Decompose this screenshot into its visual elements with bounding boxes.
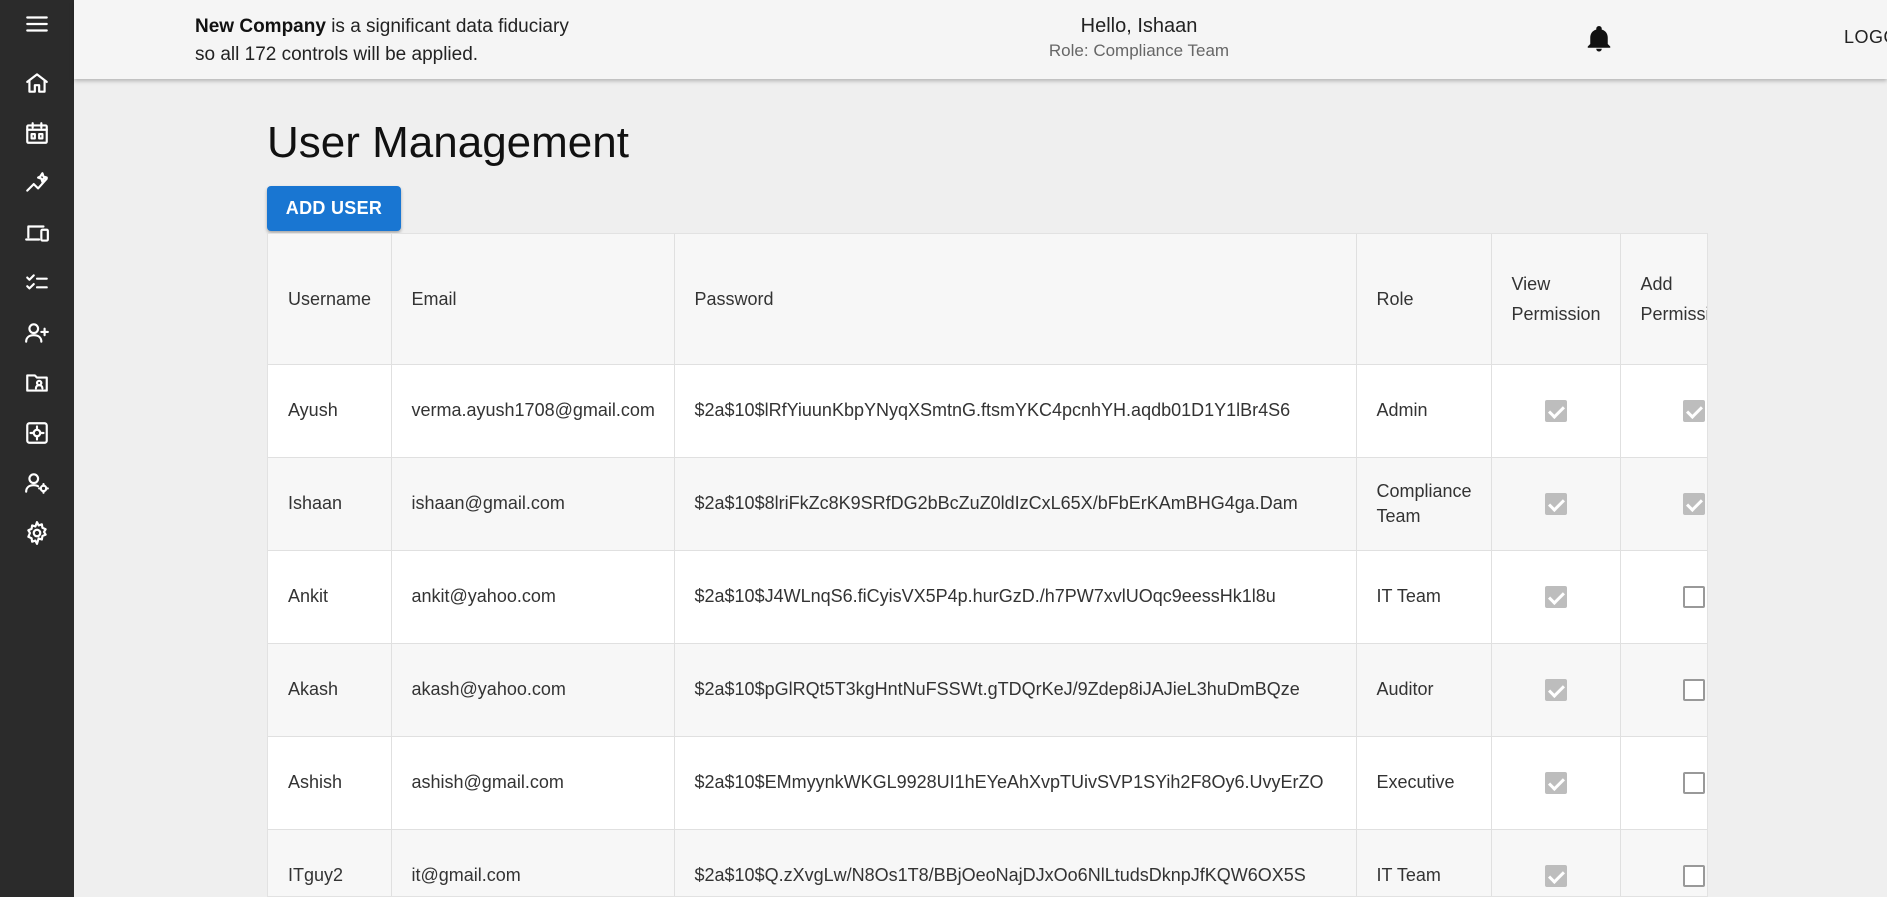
view-permission-cell [1491,829,1621,896]
table-row: Ishaan ishaan@gmail.com $2a$10$8lriFkZc8… [268,457,1707,551]
greeting-text: Hello, Ishaan [1080,15,1198,37]
fiduciary-notice: New Company is a significant data fiduci… [195,13,655,69]
header-role[interactable]: Role [1356,234,1492,365]
add-permission-cell [1620,457,1707,551]
contact-folder-icon[interactable] [0,361,74,405]
password-cell: $2a$10$Q.zXvgLw/N8Os1T8/BBjOeoNajDJxOo6N… [674,829,1357,896]
home-icon[interactable] [0,61,74,105]
view-permission-checkbox[interactable] [1544,772,1567,795]
view-permission-checkbox[interactable] [1544,679,1567,702]
table-row: Ashish ashish@gmail.com $2a$10$EMmyynkWK… [268,736,1707,830]
add-permission-checkbox[interactable] [1683,400,1705,423]
username-cell: Ashish [268,736,392,830]
username-cell: ITguy2 [268,829,392,896]
table-row: Akash akash@yahoo.com $2a$10$pGlRQt5T3kg… [268,643,1707,737]
add-permission-cell [1620,364,1707,458]
view-permission-cell [1491,364,1621,458]
password-cell: $2a$10$8lriFkZc8K9SRfDG2bBcZuZ0ldIzCxL65… [674,457,1357,551]
header-username[interactable]: Username [268,234,392,365]
user-settings-icon[interactable] [0,461,74,505]
role-cell: IT Team [1356,550,1492,644]
company-name: New Company [195,16,326,37]
calendar-icon[interactable] [0,111,74,155]
view-permission-cell [1491,643,1621,737]
header-add-permission-line1: Add [1640,273,1673,294]
page-title: User Management [267,118,629,167]
add-user-button[interactable]: ADD USER [267,186,401,231]
view-permission-checkbox[interactable] [1544,586,1567,609]
view-permission-cell [1491,550,1621,644]
logout-button[interactable]: LOGOUT [1844,27,1887,48]
view-permission-checkbox[interactable] [1544,493,1567,516]
email-cell: ishaan@gmail.com [391,457,675,551]
header-view-permission[interactable]: View Permission [1491,234,1621,365]
add-permission-checkbox[interactable] [1683,586,1705,609]
add-permission-checkbox[interactable] [1683,772,1705,795]
username-cell: Akash [268,643,392,737]
user-greeting: Hello, Ishaan Role: Compliance Team [954,13,1324,63]
header-view-permission-line2: Permission [1511,303,1601,324]
role-cell: IT Team [1356,829,1492,896]
username-cell: Ankit [268,550,392,644]
email-cell: akash@yahoo.com [391,643,675,737]
notice-text: is a significant data fiduciary [331,16,569,37]
sidebar [0,0,74,897]
header-add-permission[interactable]: Add Permissi [1620,234,1708,365]
view-permission-cell [1491,736,1621,830]
devices-icon[interactable] [0,211,74,255]
password-cell: $2a$10$EMmyynkWKGL9928UI1hEYeAhXvpTUivSV… [674,736,1357,830]
view-permission-cell [1491,457,1621,551]
bell-icon[interactable] [1584,24,1614,54]
role-cell: Executive [1356,736,1492,830]
username-cell: Ishaan [268,457,392,551]
table-header-row: Username Email Password Role View Permiss… [268,234,1708,365]
password-cell: $2a$10$pGlRQt5T3kgHntNuFSSWt.gTDQrKeJ/9Z… [674,643,1357,737]
role-cell: Auditor [1356,643,1492,737]
add-user-icon[interactable] [0,311,74,355]
header-add-permission-line2: Permissi [1640,303,1708,324]
user-role: Role: Compliance Team [1048,41,1230,60]
analytics-icon[interactable] [0,161,74,205]
add-permission-checkbox[interactable] [1683,865,1705,888]
password-cell: $2a$10$J4WLnqS6.fiCyisVX5P4p.hurGzD./h7P… [674,550,1357,644]
view-permission-checkbox[interactable] [1544,865,1567,888]
email-cell: ankit@yahoo.com [391,550,675,644]
header-password[interactable]: Password [674,234,1357,365]
email-cell: it@gmail.com [391,829,675,896]
menu-icon[interactable] [0,2,74,46]
gear-icon[interactable] [0,511,74,555]
view-permission-checkbox[interactable] [1544,400,1567,423]
table-row: Ayush verma.ayush1708@gmail.com $2a$10$l… [268,364,1707,458]
header-view-permission-line1: View [1511,273,1551,294]
users-table: Username Email Password Role View Permiss… [267,233,1708,897]
add-permission-cell [1620,643,1707,737]
role-cell: Admin [1356,364,1492,458]
role-cell: Compliance Team [1356,457,1492,551]
settings-box-icon[interactable] [0,411,74,455]
checklist-icon[interactable] [0,261,74,305]
add-permission-cell [1620,736,1707,830]
add-permission-cell [1620,829,1707,896]
email-cell: verma.ayush1708@gmail.com [391,364,675,458]
email-cell: ashish@gmail.com [391,736,675,830]
add-permission-cell [1620,550,1707,644]
username-cell: Ayush [268,364,392,458]
table-row: ITguy2 it@gmail.com $2a$10$Q.zXvgLw/N8Os… [268,829,1707,896]
header-email[interactable]: Email [391,234,675,365]
notice-line-2: so all 172 controls will be applied. [195,44,479,65]
table-row: Ankit ankit@yahoo.com $2a$10$J4WLnqS6.fi… [268,550,1707,644]
top-header: New Company is a significant data fiduci… [74,0,1887,79]
add-permission-checkbox[interactable] [1683,493,1705,516]
password-cell: $2a$10$lRfYiuunKbpYNyqXSmtnG.ftsmYKC4pcn… [674,364,1357,458]
add-permission-checkbox[interactable] [1683,679,1705,702]
